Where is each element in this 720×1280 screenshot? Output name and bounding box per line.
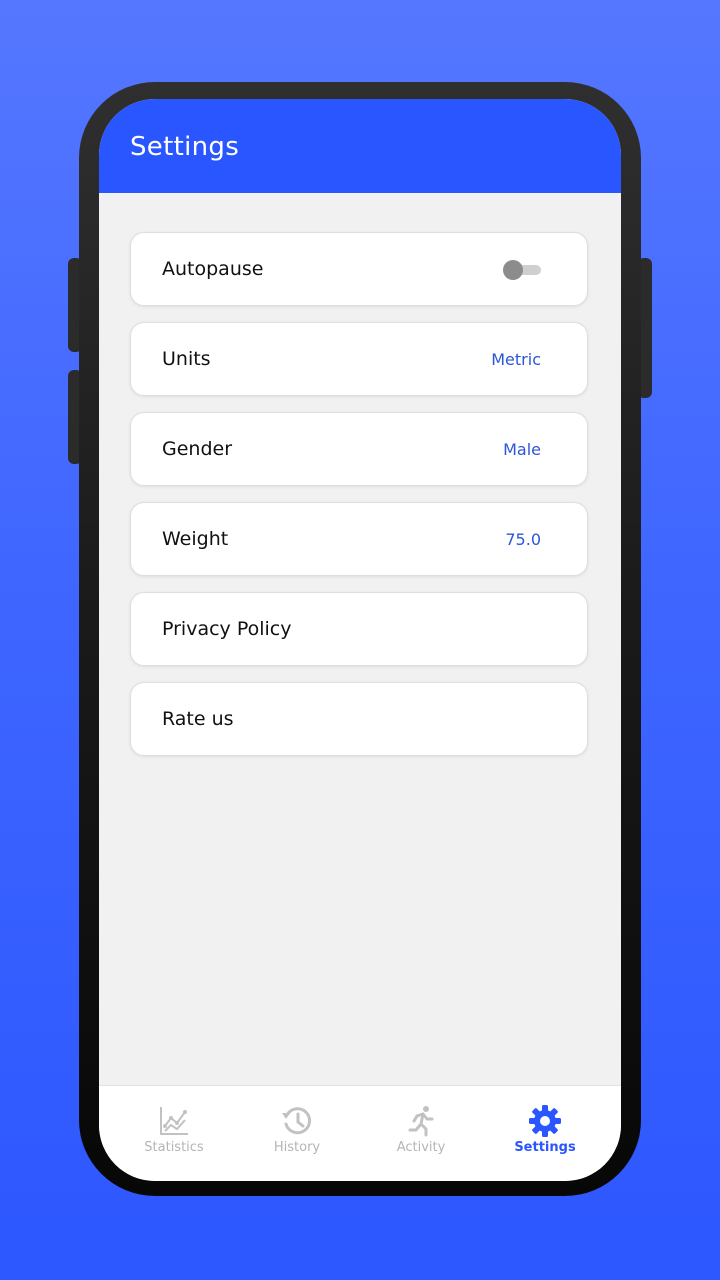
settings-row-label: Autopause [162,258,264,280]
settings-row-privacy-policy[interactable]: Privacy Policy [130,592,588,666]
nav-tab-settings[interactable]: Settings [495,1104,595,1155]
page-title: Settings [130,132,240,162]
settings-list: Autopause Units Metric Gender Male Weigh… [130,232,590,772]
nav-label: History [273,1140,321,1155]
app-screen: Settings Autopause Units Metric Gender M… [99,99,621,1181]
settings-row-label: Privacy Policy [162,618,292,640]
toggle-thumb [503,260,523,280]
gear-icon [529,1105,561,1137]
autopause-toggle[interactable] [503,260,541,280]
settings-row-units[interactable]: Units Metric [130,322,588,396]
settings-row-weight[interactable]: Weight 75.0 [130,502,588,576]
units-value: Metric [491,350,541,369]
history-icon [282,1107,312,1135]
app-header: Settings [99,99,621,193]
settings-row-label: Weight [162,528,229,550]
gender-value: Male [503,440,541,459]
settings-row-rate-us[interactable]: Rate us [130,682,588,756]
settings-row-label: Gender [162,438,233,460]
running-icon [408,1106,434,1137]
weight-value: 75.0 [505,530,541,549]
nav-label: Settings [514,1140,576,1155]
nav-label: Statistics [144,1140,204,1155]
settings-row-label: Units [162,348,211,370]
nav-label: Activity [396,1140,446,1155]
bottom-navigation: Statistics History Activity Settings [99,1085,621,1181]
settings-row-gender[interactable]: Gender Male [130,412,588,486]
nav-tab-activity[interactable]: Activity [371,1104,471,1155]
settings-row-label: Rate us [162,708,234,730]
settings-row-autopause[interactable]: Autopause [130,232,588,306]
nav-tab-statistics[interactable]: Statistics [124,1104,224,1155]
nav-tab-history[interactable]: History [247,1104,347,1155]
chart-icon [160,1107,188,1135]
